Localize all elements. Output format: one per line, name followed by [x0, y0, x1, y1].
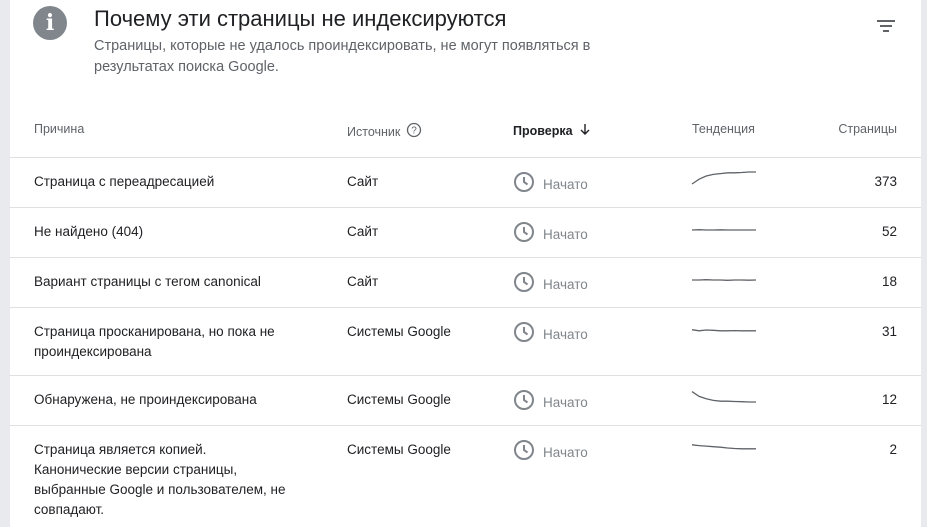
status-label: Начато — [543, 177, 588, 192]
sort-down-arrow-icon — [579, 122, 591, 139]
status-label: Начато — [543, 277, 588, 292]
reason-cell: Страница с переадресацией — [34, 174, 215, 189]
status-label: Начато — [543, 227, 588, 242]
trend-sparkline — [691, 270, 757, 290]
info-icon: i — [33, 6, 67, 40]
source-cell: Сайт — [347, 174, 379, 189]
check-status: Начато — [513, 321, 588, 349]
table-row[interactable]: Страница просканирована, но пока не прои… — [10, 308, 921, 376]
column-header-check[interactable]: Проверка — [513, 122, 591, 139]
reason-cell: Вариант страницы с тегом canonical — [34, 274, 261, 289]
column-header-pages[interactable]: Страницы — [838, 122, 897, 136]
clock-icon — [513, 389, 535, 417]
not-indexed-card: i Почему эти страницы не индексируются С… — [10, 0, 921, 527]
table-header: Причина Источник ? Проверка Тенденция Ст — [10, 110, 921, 158]
source-cell: Сайт — [347, 274, 379, 289]
trend-sparkline — [691, 170, 757, 190]
check-status: Начато — [513, 439, 588, 467]
reason-cell: Не найдено (404) — [34, 224, 144, 239]
filter-icon[interactable] — [874, 16, 898, 36]
table-row[interactable]: Вариант страницы с тегом canonical Сайт На… — [10, 258, 921, 308]
table-row[interactable]: Обнаружена, не проиндексирована Системы G… — [10, 376, 921, 426]
source-cell: Системы Google — [347, 442, 451, 457]
trend-sparkline — [691, 220, 757, 240]
pages-count: 31 — [881, 324, 897, 339]
svg-text:?: ? — [412, 126, 418, 137]
pages-count: 373 — [874, 174, 897, 189]
reason-cell: Страница является копией. Канонические в… — [34, 442, 286, 517]
pages-count: 12 — [881, 392, 897, 407]
table-row[interactable]: Страница является копией. Канонические в… — [10, 426, 921, 527]
column-header-reason[interactable]: Причина — [34, 122, 84, 136]
help-icon[interactable]: ? — [406, 122, 422, 141]
trend-sparkline — [691, 438, 757, 458]
table-row[interactable]: Страница с переадресацией Сайт Начато 373 — [10, 158, 921, 208]
trend-sparkline — [691, 388, 757, 408]
status-label: Начато — [543, 327, 588, 342]
card-title: Почему эти страницы не индексируются — [94, 6, 507, 31]
check-status: Начато — [513, 389, 588, 417]
check-status: Начато — [513, 221, 588, 249]
clock-icon — [513, 221, 535, 249]
clock-icon — [513, 271, 535, 299]
trend-sparkline — [691, 320, 757, 340]
reason-cell: Обнаружена, не проиндексирована — [34, 392, 257, 407]
table-row[interactable]: Не найдено (404) Сайт Начато 52 — [10, 208, 921, 258]
card-subtitle: Страницы, которые не удалось проиндексир… — [94, 38, 591, 75]
clock-icon — [513, 171, 535, 199]
column-header-source[interactable]: Источник ? — [347, 122, 422, 141]
status-label: Начато — [543, 445, 588, 460]
status-label: Начато — [543, 395, 588, 410]
pages-count: 52 — [881, 224, 897, 239]
reason-cell: Страница просканирована, но пока не прои… — [34, 324, 275, 359]
pages-count: 18 — [881, 274, 897, 289]
source-cell: Системы Google — [347, 324, 451, 339]
source-cell: Системы Google — [347, 392, 451, 407]
column-header-trend[interactable]: Тенденция — [692, 122, 755, 136]
source-cell: Сайт — [347, 224, 379, 239]
check-status: Начато — [513, 171, 588, 199]
check-status: Начато — [513, 271, 588, 299]
clock-icon — [513, 439, 535, 467]
clock-icon — [513, 321, 535, 349]
pages-count: 2 — [889, 442, 897, 457]
